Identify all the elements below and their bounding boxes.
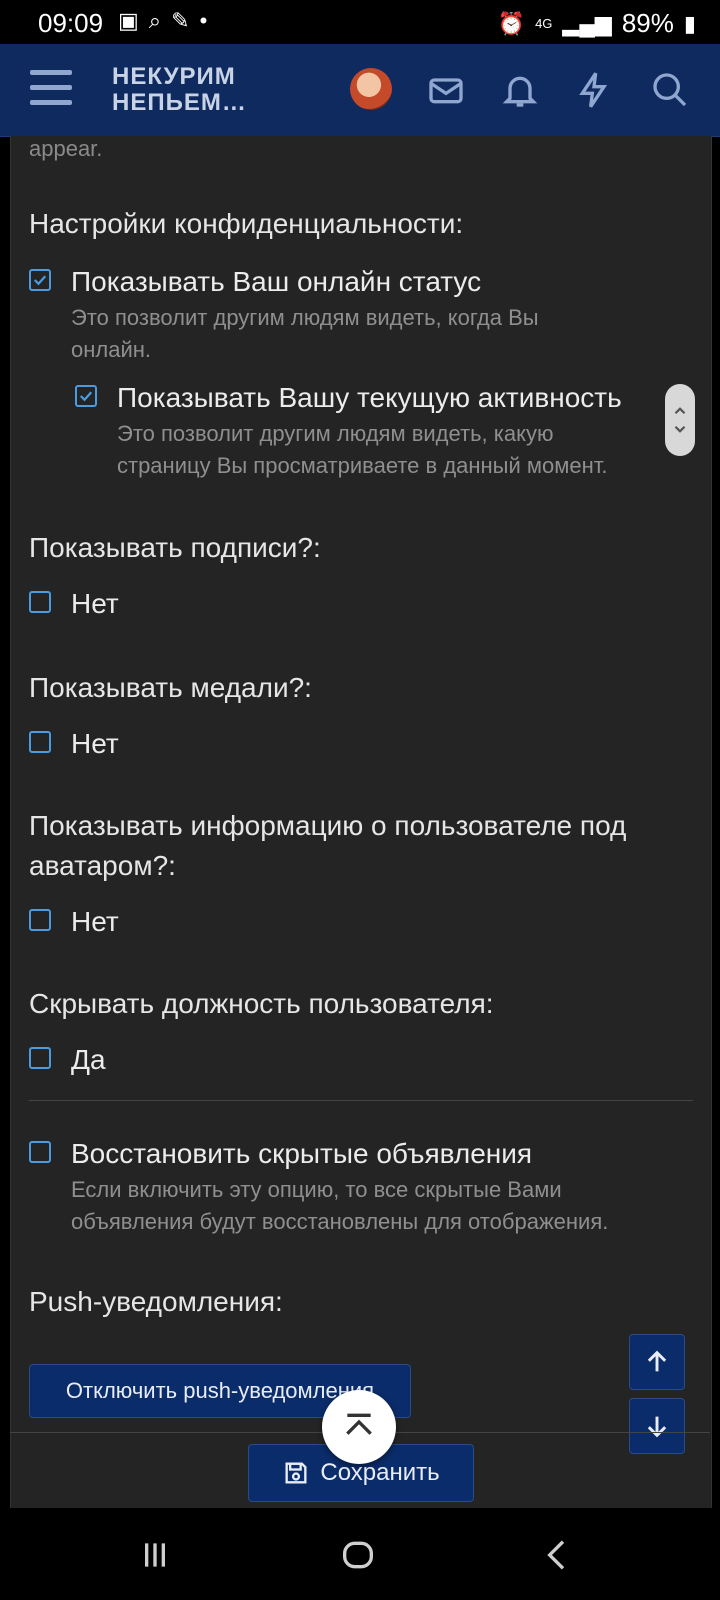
online-status-option[interactable]: Показывать Ваш онлайн статус Это позволи…	[29, 264, 539, 366]
check-icon	[79, 391, 93, 402]
activity-hint-1: Это позволит другим людям видеть, какую	[117, 421, 554, 446]
restore-hint-2: объявления будут восстановлены для отобр…	[71, 1209, 609, 1234]
scroll-stepper[interactable]	[665, 384, 695, 456]
online-status-hint-1: Это позволит другим людям видеть, когда …	[71, 305, 539, 330]
mail-icon[interactable]	[426, 70, 466, 110]
save-label: Сохранить	[320, 1459, 440, 1486]
user-info-checkbox[interactable]	[29, 909, 51, 931]
check-icon	[33, 275, 47, 286]
status-notification-icons: ▣ ⌕ ✎ •	[118, 10, 207, 32]
online-status-checkbox[interactable]	[29, 269, 51, 291]
arrow-down-icon	[647, 1416, 667, 1438]
status-right: ⏰ 4G ▂▄▆ 89% ▮	[498, 8, 696, 39]
restore-hint-1: Если включить эту опцию, то все скрытые …	[71, 1177, 562, 1202]
home-icon[interactable]	[333, 1530, 383, 1580]
preferences-form: appear. Настройки конфиденциальности: По…	[10, 136, 712, 1508]
system-nav-bar	[0, 1508, 720, 1600]
medals-option[interactable]: Нет	[29, 726, 119, 762]
scroll-to-top-fab[interactable]	[322, 1390, 396, 1464]
scroll-top-button[interactable]	[629, 1334, 685, 1390]
activity-option[interactable]: Показывать Вашу текущую активность Это п…	[75, 380, 622, 482]
alarm-icon: ⏰	[497, 10, 526, 36]
search-notification-icon: ⌕	[148, 8, 162, 33]
activity-checkbox[interactable]	[75, 385, 97, 407]
chevron-up-icon	[674, 407, 686, 415]
activity-label: Показывать Вашу текущую активность	[117, 382, 622, 413]
user-info-title-1: Показывать информацию о пользователе под	[29, 810, 627, 841]
hide-title-checkbox[interactable]	[29, 1047, 51, 1069]
site-logo[interactable]: НЕКУРИМ НЕПЬЕМ…	[112, 64, 247, 116]
chevron-down-icon	[674, 425, 686, 433]
avatar[interactable]	[350, 68, 392, 110]
bolt-icon[interactable]	[574, 70, 614, 110]
push-title: Push-уведомления:	[29, 1286, 283, 1317]
search-icon[interactable]	[650, 70, 690, 110]
scroll-bottom-button[interactable]	[629, 1398, 685, 1454]
brand-line-2: НЕПЬЕМ…	[112, 89, 247, 116]
status-time: 09:09	[38, 8, 104, 38]
medals-option-label: Нет	[71, 728, 119, 759]
brand-line-1: НЕКУРИМ	[112, 63, 236, 90]
arrow-up-icon	[647, 1350, 667, 1372]
battery-icon: ▮	[683, 10, 696, 36]
app-header: НЕКУРИМ НЕПЬЕМ…	[0, 44, 720, 137]
wrench-icon: ✎	[171, 8, 190, 33]
signatures-checkbox[interactable]	[29, 591, 51, 613]
network-label: 4G	[535, 16, 553, 31]
menu-icon[interactable]	[30, 70, 72, 106]
medals-title: Показывать медали?:	[29, 672, 312, 703]
dot-icon: •	[199, 8, 208, 33]
signal-icon: ▂▄▆	[562, 10, 612, 36]
hide-title-option-label: Да	[71, 1044, 106, 1075]
truncated-text: appear.	[29, 136, 103, 161]
privacy-title: Настройки конфиденциальности:	[29, 208, 464, 239]
online-status-label: Показывать Ваш онлайн статус	[71, 266, 482, 297]
user-info-title-2: аватаром?:	[29, 850, 176, 881]
user-info-option[interactable]: Нет	[29, 904, 119, 940]
back-icon[interactable]	[533, 1530, 583, 1580]
gallery-icon: ▣	[118, 8, 139, 33]
online-status-hint-2: онлайн.	[71, 337, 152, 362]
signatures-option[interactable]: Нет	[29, 586, 119, 622]
recent-apps-icon[interactable]	[130, 1530, 180, 1580]
save-icon	[285, 1462, 307, 1484]
hide-title-option[interactable]: Да	[29, 1042, 106, 1078]
divider	[29, 1100, 693, 1101]
signatures-option-label: Нет	[71, 588, 119, 619]
signatures-title: Показывать подписи?:	[29, 532, 321, 563]
restore-option[interactable]: Восстановить скрытые объявления Если вкл…	[29, 1136, 608, 1238]
activity-hint-2: страницу Вы просматриваете в данный моме…	[117, 453, 608, 478]
hide-title-title: Скрывать должность пользователя:	[29, 988, 494, 1019]
status-bar: 09:09 ▣ ⌕ ✎ • ⏰ 4G ▂▄▆ 89% ▮	[0, 0, 720, 44]
restore-label: Восстановить скрытые объявления	[71, 1138, 533, 1169]
bell-icon[interactable]	[500, 70, 540, 110]
medals-checkbox[interactable]	[29, 731, 51, 753]
battery-level: 89%	[621, 8, 674, 38]
double-chevron-up-icon	[346, 1413, 372, 1435]
user-info-option-label: Нет	[71, 906, 119, 937]
restore-checkbox[interactable]	[29, 1141, 51, 1163]
